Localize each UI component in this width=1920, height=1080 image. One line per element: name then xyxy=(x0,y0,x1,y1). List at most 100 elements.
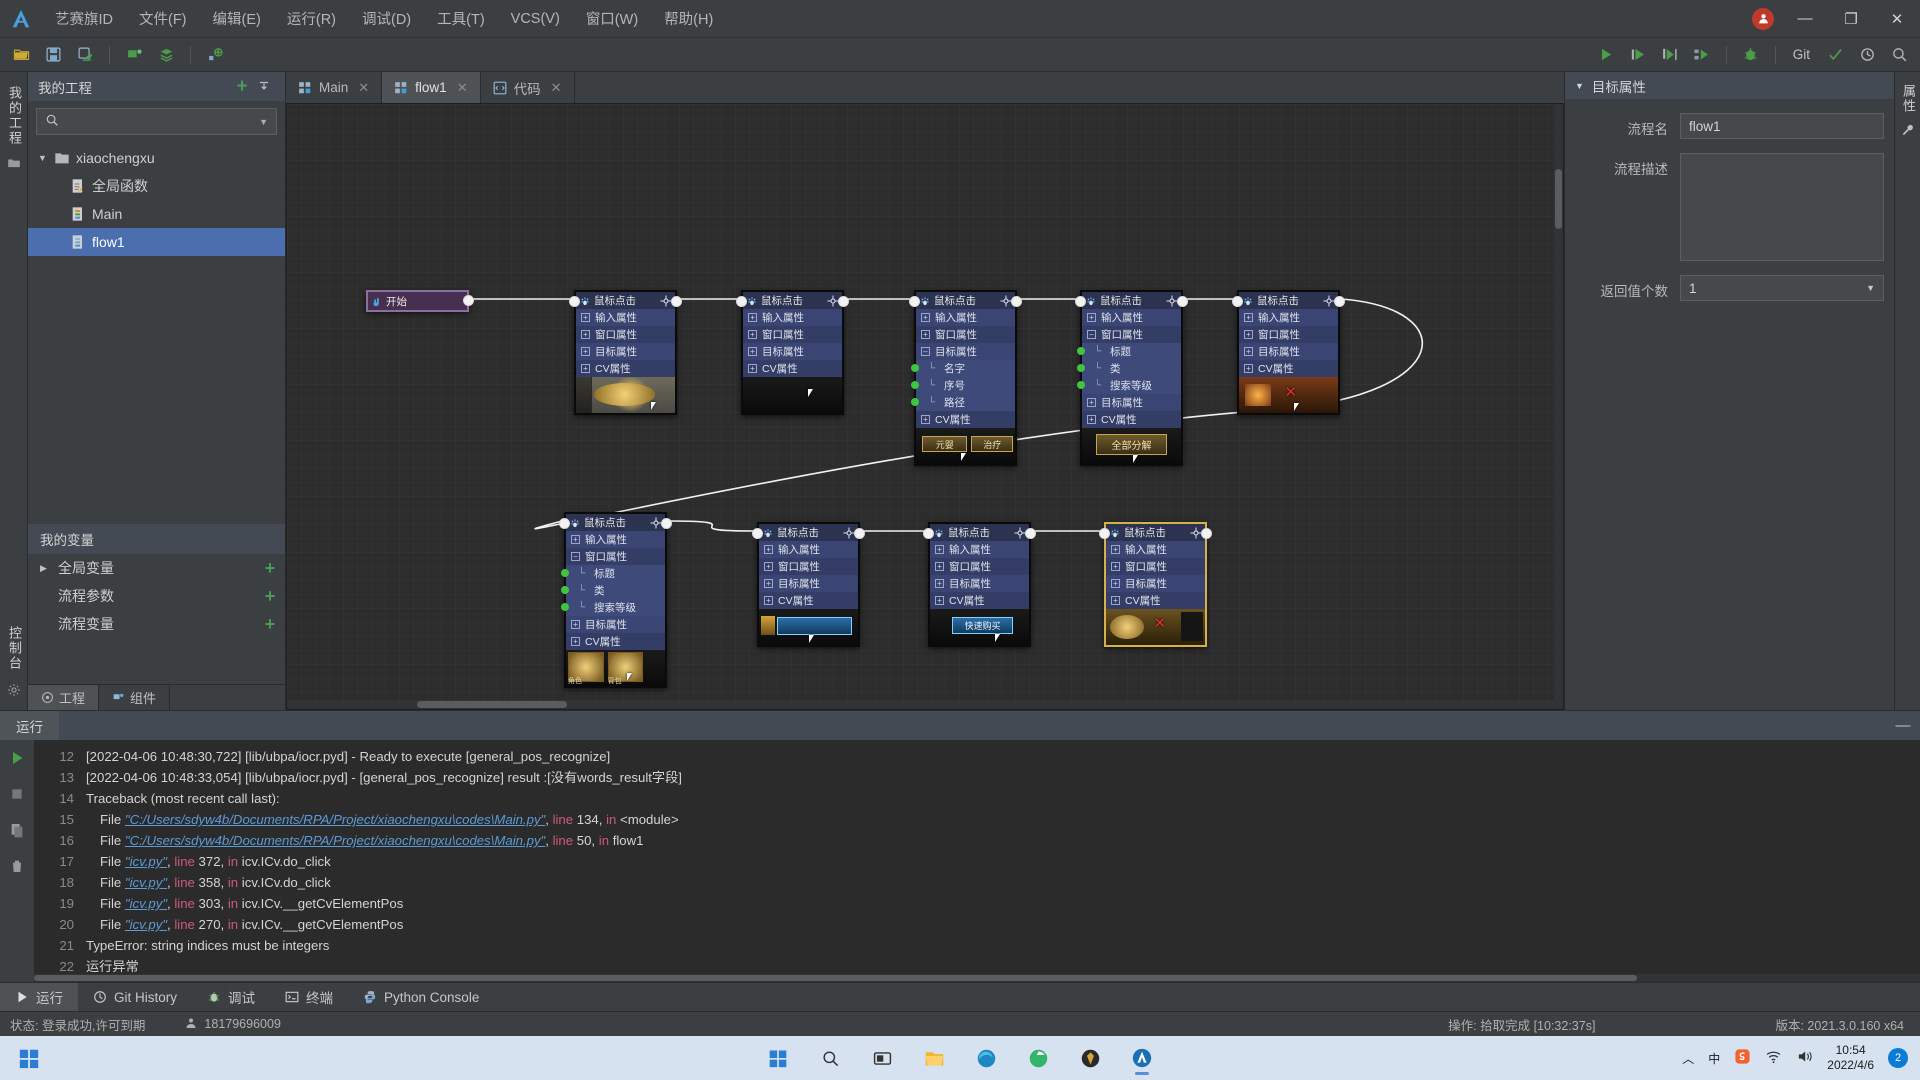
volume-icon[interactable] xyxy=(1796,1048,1813,1068)
tool-tab-git-history[interactable]: Git History xyxy=(78,983,192,1011)
node-input-port[interactable] xyxy=(1075,296,1086,307)
editor-tab-flow1[interactable]: flow1 ✕ xyxy=(382,72,481,103)
node-property-row[interactable]: + 目标属性 xyxy=(1106,575,1205,592)
flow-node-start[interactable]: 开始 xyxy=(366,290,474,312)
expand-icon[interactable]: + xyxy=(1087,313,1096,322)
component-icon[interactable] xyxy=(119,42,149,68)
node-input-port[interactable] xyxy=(909,296,920,307)
search-icon[interactable] xyxy=(1884,42,1914,68)
console-file-link[interactable]: "C:/Users/sdyw4b/Documents/RPA/Project/x… xyxy=(125,812,545,827)
console-output[interactable]: 12 [2022-04-06 10:48:30,722] [lib/ubpa/io… xyxy=(34,740,1920,982)
node-thumbnail[interactable] xyxy=(759,609,858,645)
expand-icon[interactable]: + xyxy=(571,535,580,544)
node-thumbnail[interactable] xyxy=(743,377,842,413)
expand-icon[interactable]: + xyxy=(581,330,590,339)
wifi-icon[interactable] xyxy=(1765,1048,1782,1068)
flow-node-mouse-click[interactable]: 鼠标点击 + 输入属性 + 窗口属性 + 目标属性 + CV属性 ✕ xyxy=(1099,522,1212,647)
node-property-row[interactable]: – 窗口属性 xyxy=(566,548,665,565)
expand-icon[interactable]: + xyxy=(935,562,944,571)
menu-item-tools[interactable]: 工具(T) xyxy=(424,2,498,35)
save-all-icon[interactable] xyxy=(70,42,100,68)
node-param-port[interactable] xyxy=(561,569,569,577)
console-file-link[interactable]: "icv.py" xyxy=(125,917,167,932)
close-icon[interactable]: ✕ xyxy=(358,80,369,96)
console-file-link[interactable]: "C:/Users/sdyw4b/Documents/RPA/Project/x… xyxy=(125,833,545,848)
node-property-row[interactable]: + 目标属性 xyxy=(759,575,858,592)
tree-node-main[interactable]: Main xyxy=(28,200,285,228)
node-output-port[interactable] xyxy=(661,518,672,529)
expand-icon[interactable]: + xyxy=(1244,313,1253,322)
node-output-port[interactable] xyxy=(671,296,682,307)
node-input-port[interactable] xyxy=(1232,296,1243,307)
taskbar-left-icon[interactable] xyxy=(18,1047,40,1069)
console-file-link[interactable]: "icv.py" xyxy=(125,854,167,869)
flow-node-mouse-click[interactable]: 鼠标点击 + 输入属性 + 窗口属性 + 目标属性 + CV属性 xyxy=(736,290,849,415)
node-output-port[interactable] xyxy=(838,296,849,307)
tab-component[interactable]: 组件 xyxy=(99,685,171,710)
minimize-icon[interactable]: — xyxy=(1886,717,1920,734)
expand-icon[interactable]: + xyxy=(748,313,757,322)
tool-tab-terminal[interactable]: 终端 xyxy=(270,983,348,1011)
expand-icon[interactable]: + xyxy=(764,562,773,571)
plus-icon[interactable]: + xyxy=(231,77,253,96)
expand-icon[interactable]: + xyxy=(1111,596,1120,605)
check-icon[interactable] xyxy=(1820,42,1850,68)
expand-icon[interactable]: + xyxy=(1111,562,1120,571)
chevron-down-icon[interactable]: ▼ xyxy=(1866,283,1875,293)
ime-indicator[interactable]: 中 xyxy=(1708,1050,1720,1067)
node-property-row[interactable]: + CV属性 xyxy=(1239,360,1338,377)
project-search[interactable]: ▼ xyxy=(36,108,277,135)
expand-icon[interactable]: + xyxy=(921,415,930,424)
taskbar-task-view-icon[interactable] xyxy=(864,1040,900,1076)
flow-node-mouse-click[interactable]: 鼠标点击 + 输入属性 + 窗口属性 – 目标属性 └ 名字 └ 序号 └ 路径 + CV属性 元婴 治疗 xyxy=(909,290,1022,466)
tab-project[interactable]: 工程 xyxy=(28,685,100,710)
variables-row-global[interactable]: ▶ 全局变量 + xyxy=(28,554,285,582)
close-icon[interactable]: ✕ xyxy=(551,80,562,96)
node-property-row[interactable]: – 目标属性 xyxy=(916,343,1015,360)
gear-icon[interactable] xyxy=(7,683,21,700)
menu-item-debug[interactable]: 调试(D) xyxy=(349,2,424,35)
node-property-row[interactable]: + 目标属性 xyxy=(743,343,842,360)
node-thumbnail[interactable]: 快速购买 xyxy=(930,609,1029,645)
expand-icon[interactable]: + xyxy=(1087,398,1096,407)
node-property-row[interactable]: + CV属性 xyxy=(743,360,842,377)
collapse-all-icon[interactable] xyxy=(253,79,275,95)
chevron-down-icon[interactable]: ▼ xyxy=(38,153,54,163)
node-thumbnail[interactable]: ✕ xyxy=(1239,377,1338,413)
notification-badge[interactable]: 2 xyxy=(1888,1048,1908,1068)
tool-tab-run[interactable]: 运行 xyxy=(0,983,78,1011)
add-global-variable-button[interactable]: + xyxy=(255,558,285,579)
flow-node-mouse-click[interactable]: 鼠标点击 + 输入属性 + 窗口属性 + 目标属性 + CV属性 xyxy=(752,522,865,647)
run-green-icon[interactable] xyxy=(9,750,25,769)
collapse-icon[interactable]: – xyxy=(571,552,580,561)
save-icon[interactable] xyxy=(38,42,68,68)
node-property-row[interactable]: + 窗口属性 xyxy=(743,326,842,343)
node-property-row[interactable]: + 输入属性 xyxy=(1082,309,1181,326)
expand-icon[interactable]: + xyxy=(935,596,944,605)
left-strip-console-label[interactable]: 控制台 xyxy=(6,626,22,671)
scroll-thumb[interactable] xyxy=(1555,169,1562,229)
editor-tab-code[interactable]: 代码 ✕ xyxy=(480,72,575,103)
node-property-row[interactable]: + CV属性 xyxy=(916,411,1015,428)
maximize-button[interactable]: ❐ xyxy=(1828,0,1874,38)
node-param-port[interactable] xyxy=(1077,364,1085,372)
expand-icon[interactable]: + xyxy=(935,579,944,588)
run-panel-tab[interactable]: 运行 xyxy=(0,711,59,740)
expand-icon[interactable]: + xyxy=(764,596,773,605)
folder-icon[interactable] xyxy=(7,156,21,173)
add-flow-variable-button[interactable]: + xyxy=(255,614,285,635)
taskbar-windows-start-icon[interactable] xyxy=(760,1040,796,1076)
node-param-port[interactable] xyxy=(911,381,919,389)
left-strip-project-label[interactable]: 我的工程 xyxy=(6,86,22,146)
flow-node-mouse-click[interactable]: 鼠标点击 + 输入属性 + 窗口属性 + 目标属性 + CV属性 快速购买 xyxy=(923,522,1036,647)
download-icon[interactable] xyxy=(151,42,181,68)
taskbar-edge-icon[interactable] xyxy=(968,1040,1004,1076)
flow-node-mouse-click[interactable]: 鼠标点击 + 输入属性 + 窗口属性 + 目标属性 + CV属性 ✕ xyxy=(1232,290,1345,415)
node-output-port[interactable] xyxy=(1201,528,1212,539)
tree-node-flow1[interactable]: flow1 xyxy=(28,228,285,256)
node-input-port[interactable] xyxy=(569,296,580,307)
node-property-row[interactable]: + CV属性 xyxy=(759,592,858,609)
menu-item-edit[interactable]: 编辑(E) xyxy=(200,2,274,35)
expand-icon[interactable]: + xyxy=(764,579,773,588)
node-property-row[interactable]: + 目标属性 xyxy=(1082,394,1181,411)
